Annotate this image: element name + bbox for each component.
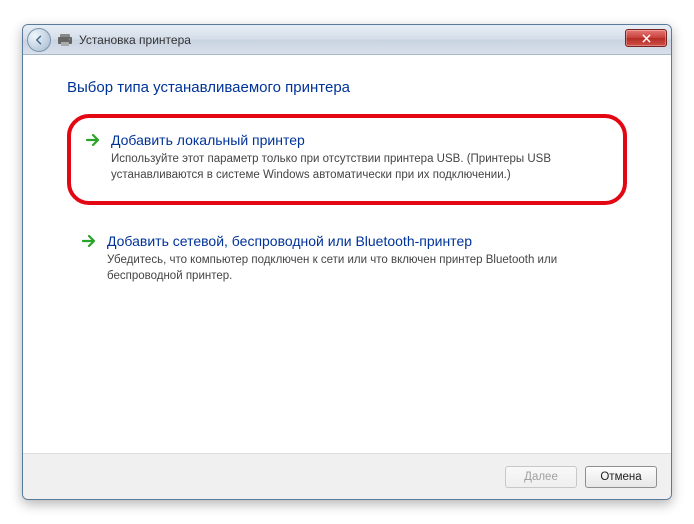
arrow-right-icon	[85, 132, 101, 148]
close-icon	[642, 34, 651, 43]
option-description: Используйте этот параметр только при отс…	[111, 152, 609, 183]
option-network-printer[interactable]: Добавить сетевой, беспроводной или Bluet…	[67, 221, 627, 298]
back-button[interactable]	[27, 28, 51, 52]
option-title: Добавить локальный принтер	[111, 132, 305, 148]
titlebar: Установка принтера	[23, 25, 671, 55]
wizard-window: Установка принтера Выбор типа устанавлив…	[22, 24, 672, 500]
next-button: Далее	[505, 466, 577, 488]
cancel-button[interactable]: Отмена	[585, 466, 657, 488]
arrow-right-icon	[81, 233, 97, 249]
window-title: Установка принтера	[79, 33, 191, 47]
printer-icon	[57, 32, 73, 48]
option-title: Добавить сетевой, беспроводной или Bluet…	[107, 233, 472, 249]
option-description: Убедитесь, что компьютер подключен к сет…	[107, 253, 613, 284]
option-head: Добавить локальный принтер	[85, 132, 609, 148]
content-area: Выбор типа устанавливаемого принтера Доб…	[23, 55, 671, 453]
page-heading: Выбор типа устанавливаемого принтера	[67, 79, 627, 96]
back-arrow-icon	[33, 34, 45, 46]
option-head: Добавить сетевой, беспроводной или Bluet…	[81, 233, 613, 249]
option-local-printer[interactable]: Добавить локальный принтер Используйте э…	[67, 114, 627, 205]
footer: Далее Отмена	[23, 453, 671, 499]
close-button[interactable]	[625, 29, 667, 47]
